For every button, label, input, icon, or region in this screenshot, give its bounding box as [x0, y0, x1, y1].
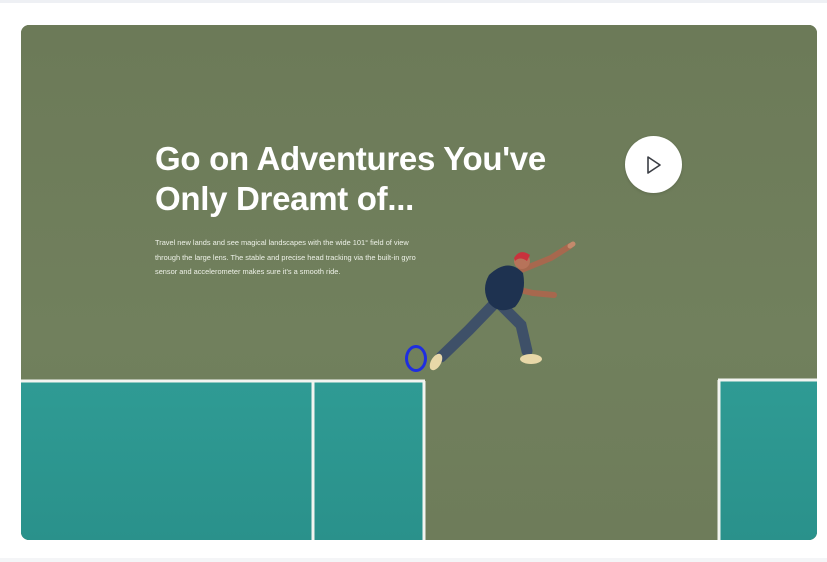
hero-headline-line2: Only Dreamt of...: [155, 180, 414, 217]
click-marker-ring: [405, 345, 427, 372]
hero-headline: Go on Adventures You've Only Dreamt of..…: [155, 139, 575, 219]
hero-banner: Go on Adventures You've Only Dreamt of..…: [21, 25, 817, 540]
hero-description: Travel new lands and see magical landsca…: [155, 238, 416, 276]
play-icon: [646, 155, 661, 174]
hero-background-image: [21, 25, 817, 540]
play-video-button[interactable]: [625, 136, 682, 193]
top-divider: [0, 0, 827, 3]
court-area-left: [21, 382, 424, 540]
court-area-right: [719, 380, 817, 540]
hero-headline-line1: Go on Adventures You've: [155, 140, 546, 177]
bottom-divider: [0, 558, 827, 562]
